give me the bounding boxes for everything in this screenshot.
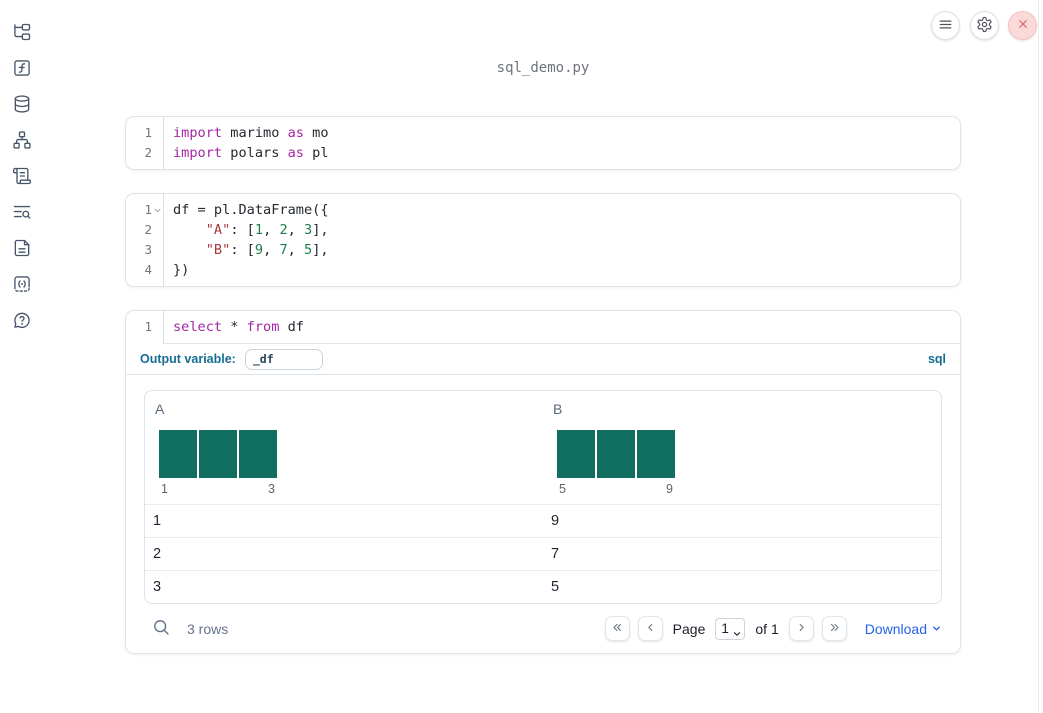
snippets-code-icon [12,274,32,297]
code-cell-imports: 1 import marimo as mo 2 import polars as pl [125,116,961,170]
sidebar-item-scratchpad[interactable] [11,166,33,188]
page-select-wrapper: 1 [715,617,746,640]
line-number-gutter: 4 [144,262,152,277]
page-total-label: of 1 [755,620,779,637]
cell-output: A13B59 192735 3 rows Page 1 of 1 Downloa… [126,375,960,653]
table-row: 19 [145,504,941,537]
output-variable-label: Output variable: [140,352,236,366]
sidebar-item-snippets[interactable] [11,274,33,296]
scratchpad-scroll-icon [12,166,32,189]
table-row: 27 [145,537,941,570]
sidebar-item-dependency-graph[interactable] [11,130,33,152]
table-cell: 7 [551,546,560,562]
scrollbar-track[interactable] [1038,0,1039,713]
sidebar-item-logs[interactable] [11,202,33,224]
table-cell: 5 [551,579,560,595]
dataframe-table: A13B59 192735 [144,390,942,604]
line-number-gutter: 2 [144,145,152,160]
histogram-bar[interactable] [199,430,237,478]
logs-search-icon [12,202,32,225]
histogram-bar[interactable] [597,430,635,478]
table-footer: 3 rows Page 1 of 1 Download [144,604,942,641]
sql-editor[interactable]: 1 select * from df [126,311,960,343]
sql-cell: 1select * from df Output variable: sql A… [125,310,961,654]
help-bubble-icon [12,310,32,333]
table-row: 35 [145,570,941,603]
settings-button[interactable] [970,11,999,40]
column-histogram[interactable]: 59 [557,430,675,496]
download-label: Download [864,620,927,637]
output-variable-input[interactable] [244,348,323,370]
column-name: B [553,401,563,417]
sidebar [0,0,44,713]
line-number-gutter: 3 [144,242,152,257]
search-icon [151,617,171,640]
sql-cell-footer: Output variable: sql [126,344,960,375]
dependency-graph-icon [12,130,32,153]
file-explorer-tree-icon [12,22,32,45]
line-number-gutter: 1 [144,125,152,140]
marimo-app-window: sql_demo.py 1 import marimo as mo 2 import … [0,0,1043,713]
shutdown-button[interactable] [1008,11,1037,40]
sidebar-item-help[interactable] [11,310,33,332]
column-header[interactable]: B 59 [543,391,941,504]
histogram-bar[interactable] [159,430,197,478]
code-cell-dataframe: 1 df = pl.DataFrame({2 "A": [1, 2, 3], 3 "… [125,193,961,287]
table-search-button[interactable] [152,620,170,638]
sidebar-item-data-sources[interactable] [11,94,33,116]
next-page-button[interactable] [788,616,814,641]
column-histogram[interactable]: 13 [159,430,277,496]
gear-icon [976,16,993,36]
chevrons-left-icon [611,621,624,637]
documentation-file-icon [12,238,32,261]
previous-page-button[interactable] [637,616,663,641]
histogram-ticks: 13 [161,482,275,496]
table-cell: 2 [153,546,162,562]
column-name: A [155,401,165,417]
code-editor[interactable]: 1 df = pl.DataFrame({2 "A": [1, 2, 3], 3 "… [126,194,960,286]
line-number-gutter: 1 [144,319,152,334]
chevron-down-icon [931,621,942,637]
page-label: Page [672,620,706,637]
chevron-right-icon [795,621,808,637]
sidebar-item-documentation[interactable] [11,238,33,260]
line-number-gutter: 1 [126,200,163,220]
page-select[interactable]: 1 [721,621,742,636]
database-icon [12,94,32,117]
histogram-bar[interactable] [557,430,595,478]
first-page-button[interactable] [604,616,630,641]
table-body: 192735 [145,504,941,603]
sidebar-item-variables[interactable] [11,58,33,80]
notebook-filename[interactable]: sql_demo.py [125,60,961,76]
histogram-bar[interactable] [637,430,675,478]
column-header[interactable]: A 13 [145,391,543,504]
chevron-left-icon [644,621,657,637]
close-x-icon [1016,17,1030,34]
table-header: A 13 B 59 [145,391,941,504]
histogram-bar[interactable] [239,430,277,478]
sidebar-item-file-explorer[interactable] [11,22,33,44]
table-cell: 9 [551,513,560,529]
row-count: 3 rows [187,620,229,637]
last-page-button[interactable] [821,616,847,641]
fold-chevron-down-icon[interactable] [152,206,163,215]
table-cell: 3 [153,579,162,595]
language-badge: sql [927,352,946,366]
table-cell: 1 [153,513,162,529]
function-square-icon [12,58,32,81]
notebook-area: sql_demo.py 1 import marimo as mo 2 import … [125,0,961,654]
download-button[interactable]: Download [865,621,942,637]
code-editor[interactable]: 1 import marimo as mo 2 import polars as pl [126,117,960,169]
chevrons-right-icon [828,621,841,637]
line-number-gutter: 2 [144,222,152,237]
histogram-ticks: 59 [559,482,673,496]
